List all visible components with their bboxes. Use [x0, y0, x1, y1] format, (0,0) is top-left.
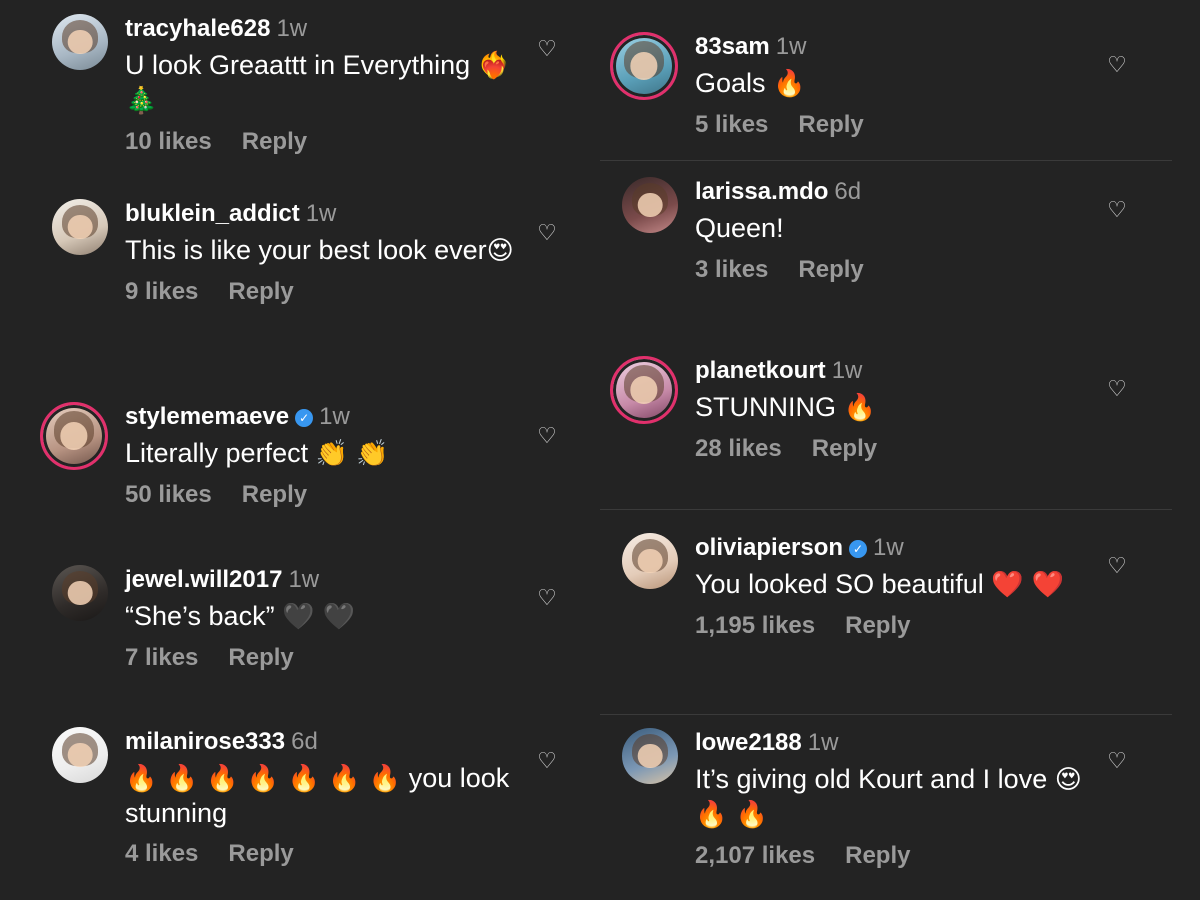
comment-username[interactable]: stylememaeve	[125, 403, 289, 430]
avatar[interactable]	[52, 199, 108, 255]
comment-timestamp: 1w	[775, 33, 807, 60]
avatar[interactable]	[52, 727, 108, 783]
comment-timestamp: 1w	[873, 534, 904, 561]
reply-button[interactable]: Reply	[228, 644, 293, 671]
comment-timestamp: 1w	[319, 403, 350, 430]
reply-button[interactable]: Reply	[845, 842, 910, 869]
like-count[interactable]: 5 likes	[695, 111, 768, 138]
heart-outline-icon[interactable]: ♡	[1106, 199, 1128, 221]
divider	[600, 160, 1172, 161]
comment-username[interactable]: larissa.mdo	[695, 178, 828, 205]
comment-emoji: 🔥 🔥 🔥 🔥 🔥 🔥 🔥	[125, 764, 402, 794]
reply-button[interactable]: Reply	[242, 128, 307, 155]
like-count[interactable]: 1,195 likes	[695, 612, 815, 639]
avatar[interactable]	[622, 177, 678, 233]
comment-username[interactable]: oliviapierson	[695, 534, 843, 561]
avatar[interactable]	[52, 565, 108, 621]
comment-text: It’s giving old Kourt and I love 😍 🔥 🔥	[695, 764, 1082, 830]
heart-outline-icon[interactable]: ♡	[536, 222, 558, 244]
avatar[interactable]	[622, 533, 678, 589]
divider	[600, 509, 1172, 510]
comment-username[interactable]: tracyhale628	[125, 15, 270, 42]
comment-username[interactable]: jewel.will2017	[125, 566, 282, 593]
comment-text: STUNNING 🔥	[695, 392, 876, 423]
comment-username[interactable]: bluklein_addict	[125, 200, 300, 227]
comment-username[interactable]: 83sam	[695, 33, 770, 60]
comment-timestamp: 1w	[276, 15, 308, 42]
heart-outline-icon[interactable]: ♡	[1106, 378, 1128, 400]
heart-outline-icon[interactable]: ♡	[536, 425, 558, 447]
comment-emoji: 😍	[486, 236, 514, 266]
like-count[interactable]: 4 likes	[125, 840, 198, 867]
comment-timestamp: 6d	[291, 728, 318, 755]
comment-text: Literally perfect 👏 👏	[125, 438, 389, 469]
like-count[interactable]: 7 likes	[125, 644, 198, 671]
comment-text: Goals 🔥	[695, 68, 806, 99]
comment-emoji: 👏 👏	[315, 439, 389, 469]
like-count[interactable]: 3 likes	[695, 256, 768, 283]
reply-button[interactable]: Reply	[228, 840, 293, 867]
comment-emoji: 🔥	[773, 69, 806, 99]
comment-text: “She’s back” 🖤 🖤	[125, 601, 356, 632]
heart-outline-icon[interactable]: ♡	[1106, 54, 1128, 76]
avatar[interactable]	[610, 356, 678, 424]
avatar[interactable]	[622, 728, 678, 784]
comment-text: 🔥 🔥 🔥 🔥 🔥 🔥 🔥 you look stunning	[125, 763, 510, 828]
heart-outline-icon[interactable]: ♡	[536, 38, 558, 60]
reply-button[interactable]: Reply	[798, 111, 863, 138]
comment-username[interactable]: lowe2188	[695, 729, 802, 756]
reply-button[interactable]: Reply	[812, 435, 877, 462]
avatar[interactable]	[52, 14, 108, 70]
comment-text: You looked SO beautiful ❤️ ❤️	[695, 569, 1065, 600]
like-count[interactable]: 28 likes	[695, 435, 782, 462]
comment-emoji: ❤️ ❤️	[991, 570, 1065, 600]
comment-emoji: 🔥	[843, 393, 876, 423]
reply-button[interactable]: Reply	[228, 278, 293, 305]
verified-badge-icon: ✓	[295, 409, 314, 427]
like-count[interactable]: 10 likes	[125, 128, 212, 155]
comment-username[interactable]: planetkourt	[695, 357, 826, 384]
comment-text: This is like your best look ever😍	[125, 235, 514, 266]
heart-outline-icon[interactable]: ♡	[536, 587, 558, 609]
like-count[interactable]: 2,107 likes	[695, 842, 815, 869]
heart-outline-icon[interactable]: ♡	[1106, 750, 1128, 772]
divider	[600, 714, 1172, 715]
comment-timestamp: 1w	[831, 357, 863, 384]
comment-timestamp: 1w	[288, 566, 320, 593]
reply-button[interactable]: Reply	[845, 612, 910, 639]
heart-outline-icon[interactable]: ♡	[536, 750, 558, 772]
verified-badge-icon: ✓	[849, 540, 868, 558]
comment-timestamp: 6d	[834, 178, 862, 205]
heart-outline-icon[interactable]: ♡	[1106, 555, 1128, 577]
comment-text: Queen!	[695, 213, 784, 243]
comment-text: U look Greaattt in Everything ❤‍🔥 🎄	[125, 50, 511, 116]
comment-username[interactable]: milanirose333	[125, 728, 285, 755]
like-count[interactable]: 50 likes	[125, 481, 212, 508]
reply-button[interactable]: Reply	[242, 481, 307, 508]
comment-timestamp: 1w	[807, 729, 839, 756]
comment-timestamp: 1w	[305, 200, 337, 227]
comment-emoji: 🖤 🖤	[282, 602, 356, 632]
like-count[interactable]: 9 likes	[125, 278, 198, 305]
avatar[interactable]	[40, 402, 108, 470]
reply-button[interactable]: Reply	[798, 256, 863, 283]
avatar[interactable]	[610, 32, 678, 100]
